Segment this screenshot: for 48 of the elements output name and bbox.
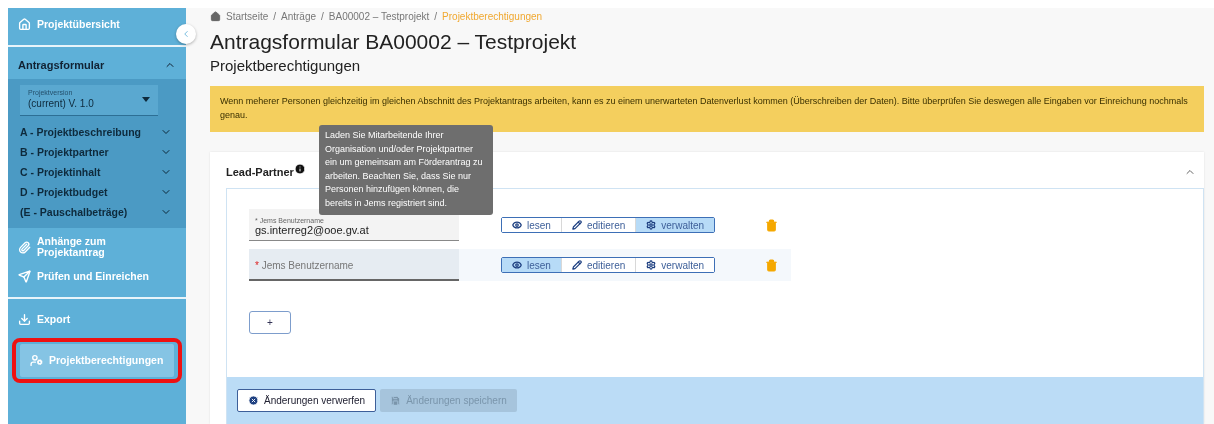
sidebar-item[interactable]: C - Projektinhalt <box>8 162 186 182</box>
permission-toggle[interactable]: verwalten <box>635 258 715 272</box>
permission-toggle[interactable]: verwalten <box>635 218 715 232</box>
pencil-icon <box>571 260 582 270</box>
add-button[interactable]: + <box>249 311 291 334</box>
sidebar-item[interactable]: Anhänge zum Projektantrag <box>8 230 186 264</box>
sidebar-item[interactable]: D - Projektbudget <box>8 182 186 202</box>
breadcrumb-link[interactable]: BA00002 – Testprojekt <box>328 10 430 22</box>
download-icon <box>18 313 31 326</box>
home-icon <box>210 10 221 22</box>
gear-icon <box>646 220 657 230</box>
send-icon <box>18 270 31 283</box>
close-circle-icon <box>248 395 259 406</box>
sidebar-item[interactable]: (E - Pauschalbeträge) <box>8 202 186 222</box>
breadcrumb-separator: / <box>434 10 438 22</box>
sidebar-item[interactable]: B - Projektpartner <box>8 142 186 162</box>
dropdown-caret-icon <box>142 96 150 102</box>
eye-icon <box>512 260 522 270</box>
permission-toggle[interactable]: lesen <box>502 258 561 272</box>
collapse-button[interactable] <box>176 24 196 44</box>
save-icon <box>390 395 402 406</box>
section-header[interactable]: Antragsformular <box>8 51 186 79</box>
breadcrumb-separator: / <box>273 10 277 22</box>
trash-icon[interactable] <box>765 218 779 232</box>
username-field[interactable]: * Jems Benutzername <box>249 249 459 281</box>
pencil-icon <box>571 220 582 230</box>
page-title: Antragsformular BA00002 – Testprojekt <box>210 30 578 54</box>
page-subtitle: Projektberechtigungen <box>210 57 362 74</box>
breadcrumb-link[interactable]: Startseite <box>226 10 269 22</box>
eye-icon <box>512 220 522 230</box>
info-tooltip: Laden Sie Mitarbeitende Ihrer Organisation und/oder Projektpartner ein um gemeinsam am Förderantrag zu arbeiten. Beachten Sie, dass Sie nur Personen hinzufügen können, die bereits in Jems registriert sind. <box>319 125 493 215</box>
discard-button[interactable]: Änderungen verwerfen <box>237 389 377 412</box>
chevron-left-icon <box>181 29 191 39</box>
trash-icon[interactable] <box>765 258 779 272</box>
sidebar-item[interactable]: A - Projektbeschreibung <box>8 122 186 142</box>
warning-banner: Wenn meherer Personen gleichzeitig im gleichen Abschnitt des Projektantrags arbeiten, kann es zu einem unerwarteten Datenverlust kommen (Überschreiben der Daten). Bitte überprüfen Sie deswegen alle Eingaben vor Einreichung nochmals genau. <box>210 86 1204 132</box>
breadcrumb-link[interactable]: Anträge <box>281 10 317 22</box>
user-gear-icon <box>30 354 43 367</box>
sidebar-item[interactable]: Export <box>8 303 186 336</box>
sidebar-item[interactable]: Projektübersicht <box>8 8 130 41</box>
paperclip-icon <box>18 240 31 254</box>
home-icon <box>18 18 31 31</box>
gear-icon <box>646 260 657 270</box>
sidebar-item[interactable]: Prüfen und Einreichen <box>8 264 186 289</box>
card-title: Lead-Partner <box>226 166 294 178</box>
breadcrumb-separator: / <box>321 10 324 22</box>
info-icon[interactable] <box>293 163 306 175</box>
select-value: (current) V. 1.0 <box>28 98 94 109</box>
